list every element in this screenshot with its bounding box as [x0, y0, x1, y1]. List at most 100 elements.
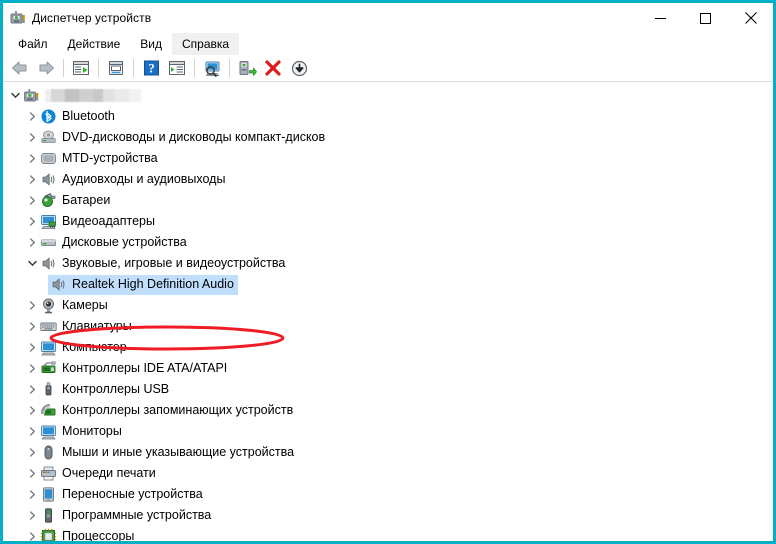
update-driver-icon[interactable] [234, 56, 260, 80]
tree-item-usb-controllers[interactable]: Контроллеры USB [3, 379, 773, 400]
chevron-right-icon[interactable] [24, 358, 40, 379]
chevron-right-icon[interactable] [24, 337, 40, 358]
tree-item-label: Realtek High Definition Audio [72, 276, 234, 291]
device-tree[interactable]: Bluetooth DVD-дисководы и дисководы комп… [3, 82, 773, 541]
chevron-right-icon[interactable] [24, 190, 40, 211]
chevron-right-icon[interactable] [24, 400, 40, 421]
cpu-icon [40, 528, 57, 541]
tree-item-label: Дисковые устройства [62, 235, 187, 249]
help-icon[interactable]: ? [138, 56, 164, 80]
ide-controller-icon [40, 360, 57, 377]
chevron-right-icon[interactable] [24, 484, 40, 505]
tree-item-dvd-drives[interactable]: DVD-дисководы и дисководы компакт-дисков [3, 127, 773, 148]
chevron-right-icon[interactable] [24, 295, 40, 316]
tree-item-keyboards[interactable]: Клавиатуры [3, 316, 773, 337]
chevron-right-icon[interactable] [24, 127, 40, 148]
chevron-right-icon[interactable] [24, 211, 40, 232]
svg-text:?: ? [148, 60, 155, 75]
chevron-down-icon[interactable] [7, 85, 23, 106]
chevron-right-icon[interactable] [24, 526, 40, 541]
tree-item-label: Мониторы [62, 424, 122, 438]
tree-item-label: Очереди печати [62, 466, 156, 480]
tree-item-batteries[interactable]: Батареи [3, 190, 773, 211]
tree-item-label: Процессоры [62, 529, 135, 541]
monitor-icon [40, 339, 57, 356]
usb-icon [40, 381, 57, 398]
camera-icon [40, 297, 57, 314]
computer-name-redacted [45, 89, 141, 102]
device-manager-window: Диспетчер устройств Файл Действие Вид Сп… [0, 0, 776, 544]
tree-item-label: Аудиовходы и аудиовыходы [62, 172, 226, 186]
chevron-right-icon[interactable] [24, 463, 40, 484]
close-button[interactable] [728, 3, 773, 33]
chevron-right-icon[interactable] [24, 421, 40, 442]
menu-item-file[interactable]: Файл [8, 33, 58, 55]
tree-item-cameras[interactable]: Камеры [3, 295, 773, 316]
chevron-right-icon[interactable] [24, 442, 40, 463]
selection-highlight: Realtek High Definition Audio [48, 274, 238, 295]
back-arrow-icon[interactable] [7, 56, 33, 80]
properties-icon[interactable] [103, 56, 129, 80]
chevron-right-icon[interactable] [24, 232, 40, 253]
chevron-right-icon[interactable] [24, 316, 40, 337]
keyboard-icon [40, 318, 57, 335]
tree-item-label: Звуковые, игровые и видеоустройства [62, 256, 286, 270]
tree-item-processors[interactable]: Процессоры [3, 526, 773, 541]
tree-item-label: Камеры [62, 298, 108, 312]
tree-item-realtek-high-definition-audio[interactable]: Realtek High Definition Audio [3, 274, 773, 295]
title-bar: Диспетчер устройств [3, 0, 773, 33]
tree-item-label: Мыши и иные указывающие устройства [62, 445, 295, 459]
forward-arrow-icon[interactable] [33, 56, 59, 80]
tree-item-sound-video-game-controllers[interactable]: Звуковые, игровые и видеоустройства [3, 253, 773, 274]
tree-item-label: Видеоадаптеры [62, 214, 155, 228]
tree-root-node[interactable] [3, 85, 773, 106]
tree-item-monitors[interactable]: Мониторы [3, 421, 773, 442]
tree-item-disk-drives[interactable]: Дисковые устройства [3, 232, 773, 253]
tree-item-label: Контроллеры USB [62, 382, 170, 396]
scan-hardware-icon[interactable] [199, 56, 225, 80]
tree-item-audio-inputs-outputs[interactable]: Аудиовходы и аудиовыходы [3, 169, 773, 190]
toolbar-separator [98, 59, 99, 77]
tree-item-computer[interactable]: Компьютер [3, 337, 773, 358]
speaker-icon [40, 171, 57, 188]
dvd-drive-icon [40, 129, 57, 146]
toolbar-separator [229, 59, 230, 77]
software-device-icon [40, 507, 57, 524]
mtd-device-icon [40, 150, 57, 167]
disk-drive-icon [40, 234, 57, 251]
tree-item-software-devices[interactable]: Программные устройства [3, 505, 773, 526]
tree-item-bluetooth[interactable]: Bluetooth [3, 106, 773, 127]
console-tree-icon[interactable] [164, 56, 190, 80]
printer-icon [40, 465, 57, 482]
chevron-down-icon[interactable] [24, 253, 40, 274]
tree-item-display-adapters[interactable]: Видеоадаптеры [3, 211, 773, 232]
window-title: Диспетчер устройств [32, 11, 152, 25]
menu-bar: Файл Действие Вид Справка [3, 33, 773, 55]
menu-item-help[interactable]: Справка [172, 33, 240, 55]
chevron-right-icon[interactable] [24, 505, 40, 526]
menu-item-view[interactable]: Вид [130, 33, 172, 55]
chevron-right-icon[interactable] [24, 148, 40, 169]
tree-item-ide-ata-atapi-controllers[interactable]: Контроллеры IDE ATA/ATAPI [3, 358, 773, 379]
toolbar-separator [194, 59, 195, 77]
chevron-right-icon[interactable] [24, 169, 40, 190]
chevron-right-icon[interactable] [24, 379, 40, 400]
tree-item-mice-and-pointing-devices[interactable]: Мыши и иные указывающие устройства [3, 442, 773, 463]
minimize-button[interactable] [638, 3, 683, 33]
device-manager-icon [10, 10, 26, 26]
tree-item-storage-controllers[interactable]: Контроллеры запоминающих устройств [3, 400, 773, 421]
tree-item-label: Клавиатуры [62, 319, 132, 333]
tree-item-portable-devices[interactable]: Переносные устройства [3, 484, 773, 505]
chevron-right-icon[interactable] [24, 106, 40, 127]
uninstall-device-icon[interactable] [260, 56, 286, 80]
menu-item-action[interactable]: Действие [58, 33, 131, 55]
toolbar-separator [133, 59, 134, 77]
window-controls [638, 3, 773, 33]
show-hidden-devices-icon[interactable] [68, 56, 94, 80]
tree-item-label: MTD-устройства [62, 151, 158, 165]
tree-item-print-queues[interactable]: Очереди печати [3, 463, 773, 484]
tree-item-mtd-devices[interactable]: MTD-устройства [3, 148, 773, 169]
display-adapter-icon [40, 213, 57, 230]
download-icon[interactable] [286, 56, 312, 80]
maximize-button[interactable] [683, 3, 728, 33]
